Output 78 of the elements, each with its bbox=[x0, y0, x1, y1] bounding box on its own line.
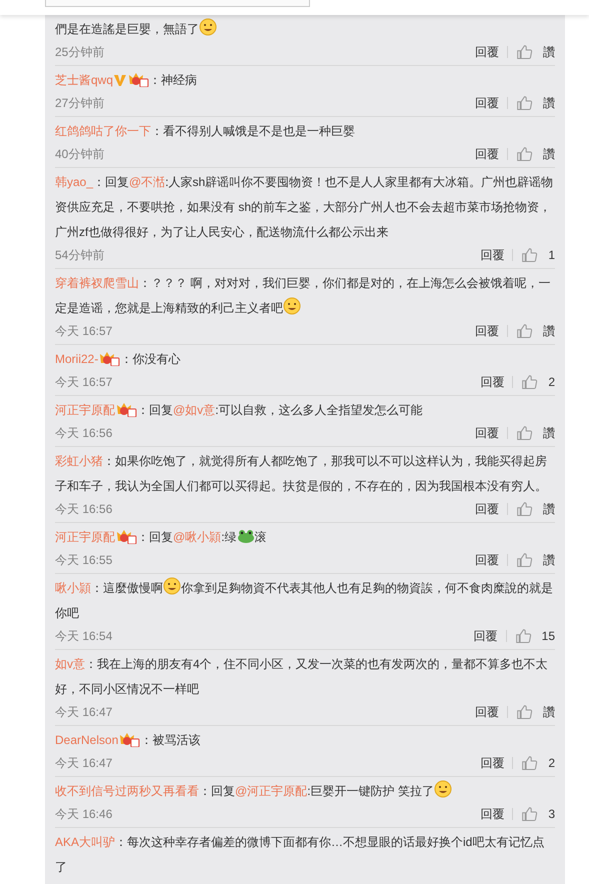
reply-button[interactable]: 回覆 bbox=[467, 500, 507, 518]
timestamp: 今天 16:46 bbox=[55, 806, 112, 823]
comment-text: Morii22- ：你没有心 bbox=[55, 349, 182, 368]
timestamp: 27分钟前 bbox=[55, 95, 104, 112]
thumbs-up-icon bbox=[516, 552, 533, 568]
crown-badge-icon bbox=[98, 350, 120, 366]
comment-text: 芝士酱qwq ：神经病 bbox=[55, 70, 198, 89]
timestamp: 今天 16:57 bbox=[55, 374, 112, 391]
like-button[interactable]: 讚 bbox=[508, 424, 555, 442]
timestamp: 今天 16:47 bbox=[55, 755, 112, 772]
thumbs-up-icon bbox=[516, 500, 533, 518]
like-button[interactable]: 讚 bbox=[508, 43, 555, 61]
emoji-icon bbox=[199, 18, 217, 36]
thumbs-up-icon bbox=[516, 704, 533, 720]
emoji-icon bbox=[163, 577, 181, 595]
like-button[interactable]: 1 bbox=[513, 246, 555, 264]
like-button[interactable]: 讚 bbox=[508, 551, 555, 569]
comment-text: 收不到信号过两秒又再看看：回复@河正宇原配:巨婴开一键防护 笑拉了 bbox=[55, 779, 555, 804]
thumbs-up-icon bbox=[516, 322, 533, 340]
comment-text: 河正宇原配 ：回复@如v意:可以自救，这么多人全指望发怎么可能 bbox=[55, 400, 424, 419]
crown-badge-icon bbox=[115, 528, 137, 544]
timestamp: 今天 16:47 bbox=[55, 704, 112, 721]
input-field[interactable] bbox=[45, 0, 310, 7]
thumbs-up-icon bbox=[516, 146, 533, 162]
like-button[interactable]: 讚 bbox=[508, 145, 555, 163]
comment-text: 如v意：我在上海的朋友有4个，住不同小区，又发一次菜的也有发两次的，量都不算多也不太好，不同小区情况不一样吧 bbox=[55, 656, 549, 698]
frog-icon bbox=[236, 528, 255, 544]
comment-text: DearNelson ：被骂活该 bbox=[55, 730, 202, 749]
crown-badge-icon bbox=[115, 401, 137, 417]
comment-text: 們是在造謠是巨嬰，無語了 bbox=[55, 17, 555, 42]
reply-button[interactable]: 回覆 bbox=[467, 43, 507, 61]
thumbs-up-icon bbox=[516, 424, 533, 442]
timestamp: 今天 16:56 bbox=[55, 501, 112, 518]
like-button[interactable]: 2 bbox=[513, 754, 555, 772]
like-button[interactable]: 讚 bbox=[508, 500, 555, 518]
reply-button[interactable]: 回覆 bbox=[467, 322, 507, 340]
reply-button[interactable]: 回覆 bbox=[466, 627, 506, 645]
timestamp: 今天 16:55 bbox=[55, 552, 112, 569]
reply-button[interactable]: 回覆 bbox=[472, 754, 512, 772]
reply-button[interactable]: 回覆 bbox=[472, 373, 512, 391]
emoji-icon bbox=[434, 780, 452, 798]
comment-text: 穿着裤衩爬雪山：？？？ 啊，对对对，我们巨婴，你们都是对的，在上海怎么会被饿着呢，一定是造谣，您就是上海精致的利己主义者吧 bbox=[55, 275, 552, 317]
like-button[interactable]: 讚 bbox=[508, 94, 555, 112]
thumbs-up-icon bbox=[521, 374, 538, 390]
thumbs-up-icon bbox=[521, 246, 538, 264]
like-button[interactable]: 讚 bbox=[508, 322, 555, 340]
like-button[interactable]: 15 bbox=[506, 627, 555, 645]
reply-button[interactable]: 回覆 bbox=[467, 703, 507, 721]
timestamp: 25分钟前 bbox=[55, 44, 104, 61]
like-button[interactable]: 3 bbox=[513, 805, 555, 823]
thumbs-up-icon bbox=[521, 806, 538, 822]
thumbs-up-icon bbox=[514, 628, 532, 644]
comment-text: 红鸽鸽咕了你一下：看不得别人喊饿是不是也是一种巨婴 bbox=[55, 123, 356, 140]
timestamp: 今天 16:54 bbox=[55, 628, 112, 645]
comment-text: 河正宇原配 ：回复@啾小頴:绿 滚 bbox=[55, 527, 268, 546]
timestamp: 54分钟前 bbox=[55, 247, 104, 264]
timestamp: 今天 16:57 bbox=[55, 323, 112, 340]
thumbs-up-icon bbox=[521, 754, 538, 772]
thumbs-up-icon bbox=[516, 44, 533, 60]
reply-button[interactable]: 回覆 bbox=[472, 246, 512, 264]
comment-text: 韩yao_：回复@不湉:人家sh辟谣叫你不要囤物资！也不是人人家里都有大冰箱。广州也辟谣物资供应充足，不要哄抢，如果没有 sh的前车之鉴，大部分广州人也不会去超市菜市场抢物资，广州zf也做得很好，为了让人民安心，配送物流什么都公示出来 bbox=[55, 174, 554, 241]
reply-button[interactable]: 回覆 bbox=[472, 805, 512, 823]
reply-button[interactable]: 回覆 bbox=[467, 424, 507, 442]
thumbs-up-icon bbox=[516, 94, 533, 112]
emoji-icon bbox=[283, 297, 301, 315]
reply-button[interactable]: 回覆 bbox=[467, 145, 507, 163]
like-button[interactable]: 讚 bbox=[508, 703, 555, 721]
timestamp: 40分钟前 bbox=[55, 146, 104, 163]
reply-button[interactable]: 回覆 bbox=[467, 551, 507, 569]
crown-badge-icon bbox=[118, 731, 140, 747]
v-badge-icon bbox=[113, 73, 128, 87]
comment-text: 彩虹小猪：如果你吃饱了，就觉得所有人都吃饱了，那我可以不可以这样认为，我能买得起房子和车子，我认为全国人们都可以买得起。扶贫是假的，不存在的，因为我国根本没有穷人。 bbox=[55, 453, 548, 495]
comment-text: 啾小頴：這麼傲慢啊 你拿到足夠物資不代表其他人也有足夠的物資誒，何不食肉糜說的就是你吧 bbox=[55, 576, 555, 626]
crown-badge-icon bbox=[127, 71, 150, 87]
reply-button[interactable]: 回覆 bbox=[467, 94, 507, 112]
timestamp: 今天 16:56 bbox=[55, 425, 112, 442]
like-button[interactable]: 2 bbox=[513, 373, 555, 391]
comment-text: AKA大叫驴：每次这种幸存者偏差的微博下面都有你…不想显眼的话最好换个id吧太有记忆点了 bbox=[55, 834, 546, 876]
